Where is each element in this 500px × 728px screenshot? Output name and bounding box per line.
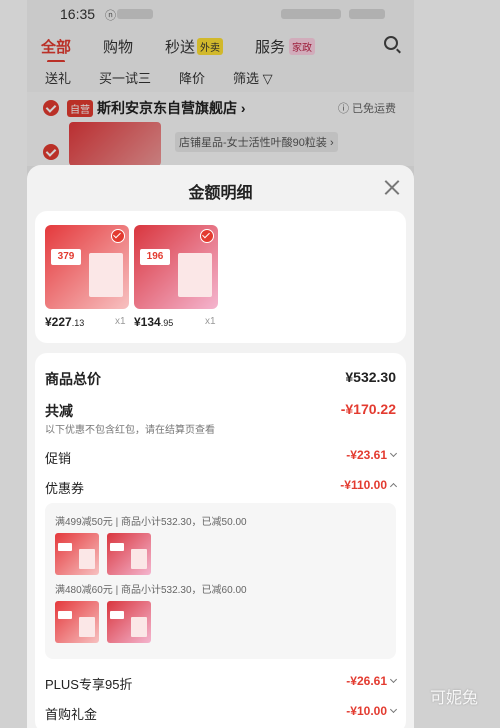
promotion-label: 促销 (45, 451, 72, 466)
chevron-down-icon (389, 449, 398, 458)
product-list-card: 379 ¥227.13 x1 196 ¥134.95 x1 (35, 211, 406, 343)
product-image: 379 (45, 225, 129, 309)
total-value: ¥532.30 (345, 369, 396, 385)
selected-check-icon (111, 229, 125, 243)
coupon-product-thumbnail (55, 601, 99, 643)
product-price-decimal: .95 (160, 318, 174, 328)
coupon-item-text: 满480减60元 | 商品小计532.30，已减60.00 (55, 585, 247, 596)
coupon-row-toggle[interactable]: -¥110.00 (340, 478, 398, 492)
product-image-badge: 379 (51, 249, 81, 265)
close-icon[interactable] (384, 179, 400, 195)
product-price: ¥227.13 (45, 315, 84, 329)
coupon-detail-box: 满499减50元 | 商品小计532.30，已减50.00 满480减60元 |… (45, 503, 396, 659)
reduction-value: -¥170.22 (340, 401, 396, 417)
total-label: 商品总价 (45, 371, 101, 387)
coupon-product-thumbnail (107, 533, 151, 575)
reduction-note: 以下优惠不包含红包，请在结算页查看 (45, 425, 215, 436)
selected-check-icon (200, 229, 214, 243)
product-price-main: ¥227 (45, 315, 72, 329)
chevron-down-icon (389, 675, 398, 684)
coupon-item-text: 满499减50元 | 商品小计532.30，已减50.00 (55, 517, 247, 528)
product-item[interactable]: 196 ¥134.95 (134, 225, 218, 329)
first-gift-row-toggle[interactable]: -¥10.00 (346, 704, 398, 718)
product-box-graphic (178, 253, 212, 297)
watermark: 可妮兔 (429, 690, 478, 707)
product-image: 196 (134, 225, 218, 309)
chevron-down-icon (389, 705, 398, 714)
product-price-decimal: .13 (71, 318, 85, 328)
product-image-badge: 196 (140, 249, 170, 265)
product-quantity: x1 (205, 316, 216, 327)
amount-detail-sheet: 金额明细 379 ¥227.13 x1 196 ¥134.95 x1 商品总价 … (27, 165, 414, 728)
product-box-graphic (89, 253, 123, 297)
plus-discount-value: -¥26.61 (346, 674, 387, 688)
product-item[interactable]: 379 ¥227.13 (45, 225, 129, 329)
reduction-label: 共减 (45, 403, 73, 419)
coupon-product-thumbnail (107, 601, 151, 643)
coupon-product-thumbnail (55, 533, 99, 575)
coupon-value: -¥110.00 (340, 478, 387, 492)
promotion-row-toggle[interactable]: -¥23.61 (346, 448, 398, 462)
chevron-up-icon (389, 482, 398, 491)
product-price-main: ¥134 (134, 315, 161, 329)
plus-discount-label: PLUS专享95折 (45, 677, 133, 692)
sheet-title: 金额明细 (188, 185, 253, 202)
plus-row-toggle[interactable]: -¥26.61 (346, 674, 398, 688)
product-quantity: x1 (115, 316, 126, 327)
amount-detail-card: 商品总价 ¥532.30 共减 -¥170.22 以下优惠不包含红包，请在结算页… (35, 353, 406, 728)
promotion-value: -¥23.61 (346, 448, 387, 462)
first-gift-value: -¥10.00 (346, 704, 387, 718)
first-gift-label: 首购礼金 (45, 707, 98, 722)
product-price: ¥134.95 (134, 315, 173, 329)
coupon-label: 优惠券 (45, 481, 85, 496)
